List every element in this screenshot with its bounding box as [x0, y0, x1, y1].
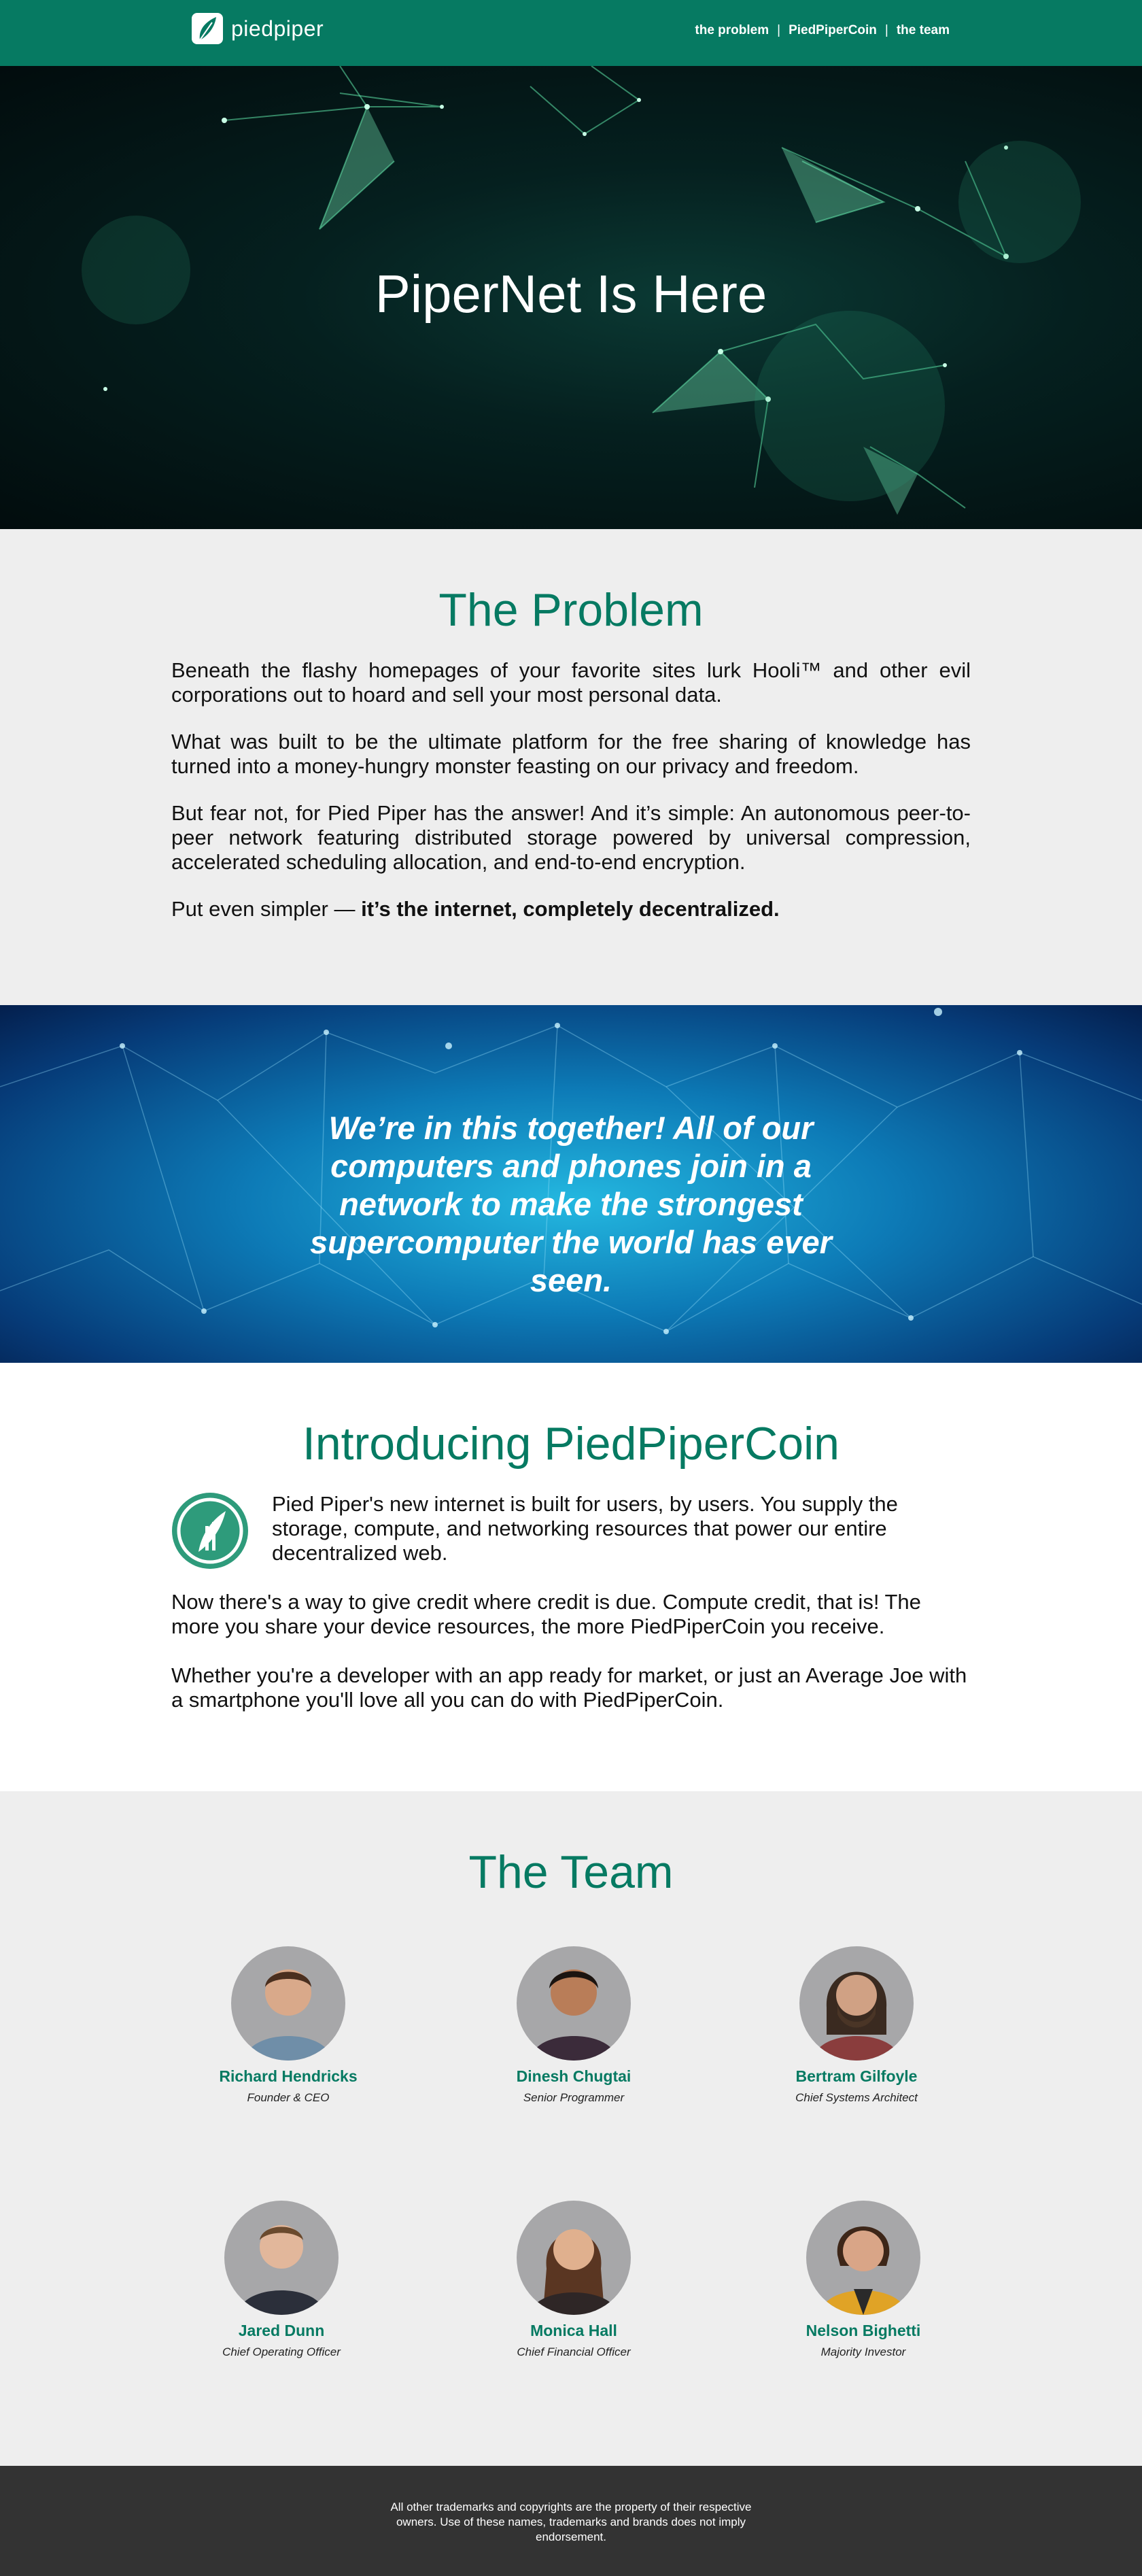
- member-role: Chief Financial Officer: [517, 2345, 631, 2358]
- problem-paragraph: Beneath the flashy homepages of your fav…: [171, 658, 971, 707]
- problem-title: The Problem: [438, 584, 704, 636]
- member-name: Richard Hendricks: [219, 2067, 358, 2085]
- nav-link-piedpipercoin[interactable]: PiedPiperCoin: [789, 23, 877, 38]
- member-name: Jared Dunn: [238, 2322, 325, 2339]
- problem-summary: Put even simpler — it’s the internet, co…: [171, 897, 971, 921]
- coin-section: Introducing PiedPiperCoin Pied Piper's n…: [0, 1363, 1142, 1791]
- coin-title: Introducing PiedPiperCoin: [302, 1418, 840, 1470]
- member-name: Nelson Bighetti: [806, 2322, 921, 2339]
- member-name: Bertram Gilfoyle: [795, 2067, 918, 2085]
- member-role: Senior Programmer: [523, 2091, 625, 2104]
- team-section: The Team Richard Hendricks Founder & CEO…: [0, 1791, 1142, 2466]
- member-name: Dinesh Chugtai: [516, 2067, 631, 2085]
- avatar: [517, 2201, 631, 2315]
- avatar: [517, 1946, 631, 2061]
- team-member-card: Bertram Gilfoyle Chief Systems Architect: [748, 1946, 965, 2105]
- team-member-card: Richard Hendricks Founder & CEO: [179, 1946, 397, 2105]
- problem-paragraph: But fear not, for Pied Piper has the ans…: [171, 801, 971, 874]
- team-member-card: Nelson Bighetti Majority Investor: [755, 2201, 972, 2359]
- member-role: Majority Investor: [820, 2345, 906, 2358]
- member-role: Chief Systems Architect: [795, 2091, 918, 2104]
- team-title: The Team: [468, 1846, 674, 1898]
- coin-lead-text: Pied Piper's new internet is built for u…: [272, 1492, 898, 1565]
- hero-title: PiperNet Is Here: [375, 264, 767, 324]
- quote-banner: We’re in this together! All of our compu…: [0, 1005, 1142, 1363]
- coin-paragraph: Whether you're a developer with an app r…: [171, 1663, 967, 1712]
- summary-prefix: Put even simpler —: [171, 897, 362, 921]
- logo[interactable]: piedpiper: [192, 13, 324, 44]
- nav-link-the-team[interactable]: the team: [897, 23, 950, 38]
- avatar: [224, 2201, 339, 2315]
- avatar: [231, 1946, 345, 2061]
- member-role: Chief Operating Officer: [222, 2345, 341, 2358]
- team-member-card: Dinesh Chugtai Senior Programmer: [465, 1946, 682, 2105]
- footer-disclaimer: All other trademarks and copyrights are …: [390, 2501, 752, 2543]
- nav-separator: |: [884, 23, 888, 37]
- hero-banner: PiperNet Is Here: [0, 66, 1142, 529]
- problem-paragraph: What was built to be the ultimate platfo…: [171, 730, 971, 778]
- summary-emphasis: it’s the internet, completely decentrali…: [361, 897, 780, 921]
- team-member-card: Jared Dunn Chief Operating Officer: [173, 2201, 390, 2359]
- nav-link-the-problem[interactable]: the problem: [695, 23, 769, 38]
- avatar: [799, 1946, 914, 2061]
- coin-body: Now there's a way to give credit where c…: [171, 1590, 971, 1737]
- nav-separator: |: [777, 23, 781, 37]
- team-member-card: Monica Hall Chief Financial Officer: [465, 2201, 682, 2359]
- logo-text: piedpiper: [231, 16, 324, 41]
- member-role: Founder & CEO: [247, 2091, 330, 2104]
- avatar: [806, 2201, 920, 2315]
- leaf-logo-icon: [192, 13, 223, 44]
- top-nav: piedpiper the problem | PiedPiperCoin | …: [0, 0, 1142, 66]
- piedpipercoin-icon: [171, 1492, 249, 1570]
- quote-text: We’re in this together! All of our compu…: [310, 1110, 832, 1298]
- footer: All other trademarks and copyrights are …: [0, 2466, 1142, 2576]
- member-name: Monica Hall: [530, 2322, 617, 2339]
- coin-paragraph: Now there's a way to give credit where c…: [171, 1590, 921, 1638]
- problem-body: Beneath the flashy homepages of your fav…: [171, 658, 971, 944]
- problem-section: The Problem Beneath the flashy homepages…: [0, 529, 1142, 1005]
- nav-links: the problem | PiedPiperCoin | the team: [695, 23, 950, 38]
